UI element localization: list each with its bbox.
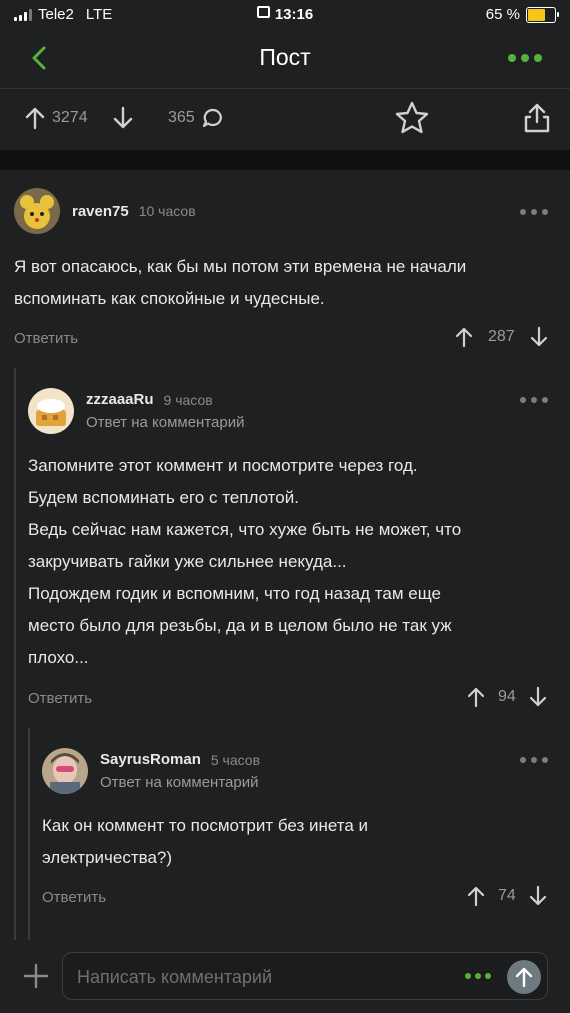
bookmark-star-icon[interactable]: [393, 100, 431, 136]
username[interactable]: SayrusRoman: [100, 751, 201, 768]
more-options-icon[interactable]: [508, 54, 542, 62]
comment-time: 5 часов: [210, 751, 261, 768]
comment-composer: [0, 946, 570, 1013]
upvote-arrow-icon[interactable]: [24, 106, 46, 130]
upvote-count: 3274: [52, 109, 88, 126]
comment-vote: 74: [466, 885, 548, 907]
comment-line: закручивать гайки уже сильнее некуда...: [28, 552, 347, 571]
clock: 13:16: [0, 6, 570, 23]
comment-line: место было для резьбы, да и в целом было…: [28, 616, 452, 635]
comment-line: Ведь сейчас нам кажется, что хуже быть н…: [28, 520, 462, 539]
battery-fill: [528, 8, 545, 21]
comment-input-box: [62, 952, 548, 1000]
share-icon[interactable]: [522, 102, 552, 134]
section-separator: [0, 150, 570, 170]
reply-to-label[interactable]: Ответ на комментарий: [100, 774, 260, 791]
downvote-arrow-icon[interactable]: [528, 885, 548, 907]
downvote-arrow-icon[interactable]: [528, 686, 548, 708]
comment-input[interactable]: [75, 963, 459, 991]
upvote-arrow-icon[interactable]: [454, 326, 474, 348]
thread-line: [14, 368, 16, 940]
avatar[interactable]: [28, 388, 74, 434]
username[interactable]: raven75: [72, 203, 129, 220]
battery-icon: [526, 6, 559, 23]
comment-line: электричества?): [42, 848, 173, 867]
thread-line: [28, 728, 30, 940]
send-button[interactable]: [507, 960, 541, 994]
downvote-arrow-icon[interactable]: [112, 106, 134, 130]
avatar[interactable]: [42, 748, 88, 794]
comment-line: Я вот опасаюсь, как бы мы потом эти врем…: [14, 257, 467, 276]
reply-to-label[interactable]: Ответ на комментарий: [86, 414, 244, 431]
comments-count-group[interactable]: 365: [168, 107, 225, 129]
comment-time: 9 часов: [163, 391, 213, 408]
username[interactable]: zzzaaaRu: [86, 391, 154, 408]
comment-vote: 94: [466, 686, 548, 708]
reply-button[interactable]: Ответить: [14, 330, 78, 347]
comment-header: raven75 10 часов: [14, 188, 196, 234]
lock-icon: [256, 6, 270, 18]
comment-line: Будем вспоминать его с теплотой.: [28, 488, 299, 507]
comment-rating: 287: [488, 328, 515, 345]
more-dots-icon[interactable]: [465, 973, 491, 979]
top-nav: Пост: [0, 30, 570, 88]
reply-button[interactable]: Ответить: [28, 690, 92, 707]
upvote-arrow-icon[interactable]: [466, 686, 486, 708]
comment-meta: SayrusRoman 5 часов Ответ на комментарий: [100, 751, 260, 791]
upvote-group: 3274: [24, 106, 88, 130]
downvote-arrow-icon[interactable]: [529, 326, 549, 348]
comment-line: Подождем годик и вспомним, что год назад…: [28, 584, 441, 603]
comment-line: Как он коммент то посмотрит без инета и: [42, 816, 369, 835]
battery-info: 65 %: [485, 6, 559, 23]
avatar[interactable]: [14, 188, 60, 234]
comment-line: Запомните этот коммент и посмотрите чере…: [28, 456, 418, 475]
comment-more-icon[interactable]: [520, 757, 548, 763]
send-arrow-icon: [515, 967, 533, 988]
comment-rating: 74: [498, 887, 516, 904]
page-title: Пост: [259, 44, 311, 70]
plus-icon[interactable]: [22, 962, 50, 990]
clock-text: 13:16: [274, 6, 314, 23]
comment-line: плохо...: [28, 648, 89, 667]
status-bar: Tele2 LTE 13:16 65 %: [0, 0, 570, 30]
comment-meta: zzzaaaRu 9 часов Ответ на комментарий: [86, 391, 244, 431]
comment-time: 10 часов: [138, 203, 196, 219]
comment-bubble-icon: [202, 108, 222, 128]
reply-button[interactable]: Ответить: [42, 889, 106, 906]
comment-text: Я вот опасаюсь, как бы мы потом эти врем…: [14, 251, 466, 315]
comment-vote: 287: [454, 326, 549, 348]
comment-text: Запомните этот коммент и посмотрите чере…: [28, 450, 461, 674]
comment-header: SayrusRoman 5 часов Ответ на комментарий: [42, 748, 260, 794]
post-actions: 3274 365: [0, 96, 570, 142]
divider: [0, 88, 570, 89]
battery-percent: 65 %: [485, 6, 520, 23]
upvote-arrow-icon[interactable]: [466, 885, 486, 907]
comment-rating: 94: [498, 688, 516, 705]
comment-header: zzzaaaRu 9 часов Ответ на комментарий: [28, 388, 244, 434]
comment-text: Как он коммент то посмотрит без инета и …: [42, 810, 368, 874]
comment-more-icon[interactable]: [520, 397, 548, 403]
comments-count: 365: [168, 109, 195, 126]
comment-line: вспоминать как спокойные и чудесные.: [14, 289, 325, 308]
comment-more-icon[interactable]: [520, 209, 548, 215]
